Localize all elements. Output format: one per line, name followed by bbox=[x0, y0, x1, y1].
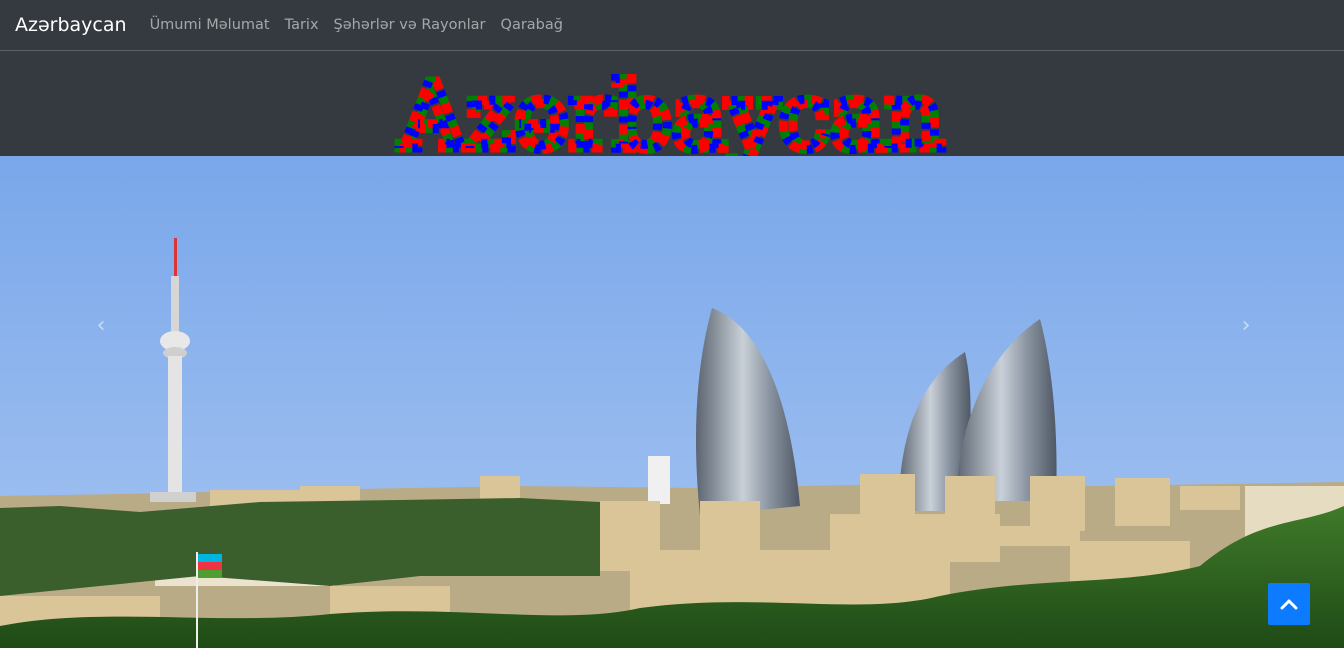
back-to-top-button[interactable] bbox=[1268, 583, 1310, 625]
nav-link-seherler-ve-rayonlar[interactable]: Şəhərlər və Rayonlar bbox=[334, 17, 486, 33]
chevron-left-icon: ‹ bbox=[96, 313, 106, 338]
chevron-up-icon bbox=[1280, 599, 1298, 610]
carousel-next-button[interactable]: › bbox=[1236, 313, 1256, 338]
banner-title-stroke-blue: Azərbaycan bbox=[399, 63, 945, 156]
brand-link[interactable]: Azərbaycan bbox=[15, 14, 127, 36]
nav-link-tarix[interactable]: Tarix bbox=[285, 17, 319, 33]
carousel-prev-button[interactable]: ‹ bbox=[91, 313, 111, 338]
baku-skyline-image bbox=[0, 156, 1344, 648]
image-carousel bbox=[0, 156, 1344, 648]
chevron-right-icon: › bbox=[1241, 313, 1251, 338]
navbar: Azərbaycan Ümumi Məlumat Tarix Şəhərlər … bbox=[0, 0, 1344, 51]
banner-title-graphic: Azərbaycan Azərbaycan Azərbaycan bbox=[394, 59, 949, 157]
nav-link-qarabag[interactable]: Qarabağ bbox=[501, 17, 563, 33]
nav-link-umumi-melumat[interactable]: Ümumi Məlumat bbox=[150, 17, 270, 33]
title-banner: Azərbaycan Azərbaycan Azərbaycan bbox=[0, 51, 1344, 156]
